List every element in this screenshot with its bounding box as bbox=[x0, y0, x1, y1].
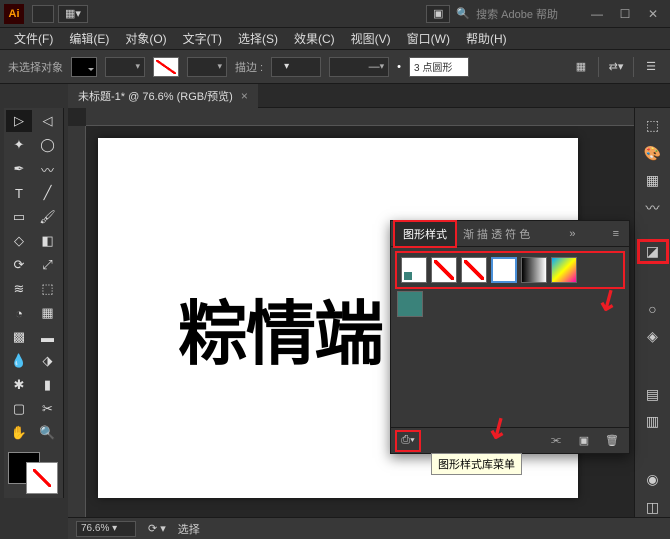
stroke-label: 描边 : bbox=[235, 59, 263, 75]
styles-library-menu-button[interactable]: ⎙▾ bbox=[397, 432, 419, 450]
tool-zoom[interactable]: 🔍 bbox=[35, 422, 61, 444]
dock-color-icon[interactable]: 🎨 bbox=[640, 143, 666, 162]
maximize-button[interactable]: ☐ bbox=[612, 5, 638, 23]
panel-menu-icon[interactable]: ≡ bbox=[607, 228, 625, 240]
tool-lasso[interactable]: ◯ bbox=[35, 134, 61, 156]
tool-line[interactable]: ╱ bbox=[35, 182, 61, 204]
tab-other[interactable]: 渐 描 透 符 色 bbox=[455, 222, 538, 246]
stroke-dd[interactable] bbox=[187, 57, 227, 77]
tool-mesh[interactable]: ▩ bbox=[6, 326, 32, 348]
menu-help[interactable]: 帮助(H) bbox=[458, 30, 515, 47]
dock-transform-icon[interactable]: ▥ bbox=[640, 412, 666, 431]
tab-graphic-styles[interactable]: 图形样式 bbox=[395, 222, 455, 246]
new-style-button[interactable]: ▣ bbox=[573, 432, 595, 450]
tool-rectangle[interactable]: ▭ bbox=[6, 206, 32, 228]
tool-artboard[interactable]: ▢ bbox=[6, 398, 32, 420]
close-button[interactable]: ✕ bbox=[640, 5, 666, 23]
dock-appearance-icon[interactable]: ◉ bbox=[640, 470, 666, 489]
tool-selection[interactable]: ▷ bbox=[6, 110, 32, 132]
tool-free-transform[interactable]: ⬚ bbox=[35, 278, 61, 300]
panel-collapse-icon[interactable]: » bbox=[563, 228, 581, 240]
artwork-text: 粽情端 bbox=[178, 278, 382, 379]
fill-dd[interactable] bbox=[105, 57, 145, 77]
fill-swatch[interactable] bbox=[71, 57, 97, 77]
fill-stroke-swatches[interactable] bbox=[6, 450, 60, 496]
dock-pathfinder-icon[interactable]: ◫ bbox=[640, 498, 666, 517]
menu-effect[interactable]: 效果(C) bbox=[286, 30, 343, 47]
stroke-var-dd[interactable]: — bbox=[329, 57, 389, 77]
style-thumb-none-1[interactable] bbox=[431, 257, 457, 283]
tool-shape-builder[interactable]: ◔ bbox=[6, 302, 32, 324]
style-thumb-selected[interactable] bbox=[491, 257, 517, 283]
title-swatch[interactable] bbox=[32, 5, 54, 23]
style-thumb-gradient[interactable] bbox=[521, 257, 547, 283]
tool-scale[interactable]: ⤢ bbox=[35, 254, 61, 276]
stroke-swatch[interactable] bbox=[153, 57, 179, 77]
search-toggle-icon[interactable]: ▣ bbox=[426, 5, 450, 23]
tool-width[interactable]: ≋ bbox=[6, 278, 32, 300]
style-thumb-teal[interactable] bbox=[397, 291, 423, 317]
dock-layers-icon[interactable]: ◈ bbox=[640, 327, 666, 346]
tool-gradient[interactable]: ▬ bbox=[35, 326, 61, 348]
break-link-button[interactable]: ⫘ bbox=[545, 432, 567, 450]
dock-brushes-icon[interactable]: 〰 bbox=[640, 198, 666, 218]
dock-properties-icon[interactable]: ⬚ bbox=[640, 116, 666, 135]
style-thumb-none-2[interactable] bbox=[461, 257, 487, 283]
tool-eraser[interactable]: ◧ bbox=[35, 230, 61, 252]
dock-align-icon[interactable]: ▤ bbox=[640, 385, 666, 404]
zoom-input[interactable]: 76.6% ▾ bbox=[76, 521, 136, 537]
document-tab[interactable]: 未标题-1* @ 76.6% (RGB/预览) × bbox=[68, 84, 258, 108]
tool-curvature[interactable]: 〰 bbox=[35, 158, 61, 180]
opt-transform-icon[interactable]: ⇄▾ bbox=[605, 57, 627, 77]
ruler-horizontal bbox=[86, 108, 634, 126]
doctab-close-icon[interactable]: × bbox=[241, 89, 248, 103]
dock-stroke-icon[interactable]: ○ bbox=[640, 300, 666, 319]
tool-rotate[interactable]: ⟳ bbox=[6, 254, 32, 276]
tool-pen[interactable]: ✒ bbox=[6, 158, 32, 180]
tool-shaper[interactable]: ◇ bbox=[6, 230, 32, 252]
status-rotate-icon[interactable]: ⟳ ▾ bbox=[148, 522, 166, 535]
graphic-styles-panel: 图形样式 渐 描 透 符 色 » ≡ ⎙▾ ⫘ ▣ 🗑 图形样式库菜单 ↙ ↙ bbox=[390, 220, 630, 454]
tool-paintbrush[interactable]: 🖌 bbox=[35, 206, 61, 228]
doctab-title: 未标题-1* @ 76.6% (RGB/预览) bbox=[78, 88, 233, 104]
menu-select[interactable]: 选择(S) bbox=[230, 30, 286, 47]
stroke-width-input[interactable]: ▾ bbox=[271, 57, 321, 77]
tool-perspective[interactable]: ▦ bbox=[35, 302, 61, 324]
stroke-color-icon[interactable] bbox=[26, 462, 58, 494]
title-layout-dd[interactable]: ▦▾ bbox=[58, 5, 88, 23]
dock-graphic-styles-icon[interactable]: ◪ bbox=[640, 242, 666, 261]
tool-magic-wand[interactable]: ✦ bbox=[6, 134, 32, 156]
opt-align-icon[interactable]: ▦ bbox=[570, 57, 592, 77]
search-input[interactable]: 搜索 Adobe 帮助 bbox=[476, 6, 558, 22]
menu-window[interactable]: 窗口(W) bbox=[399, 30, 458, 47]
tool-blend[interactable]: ⬗ bbox=[35, 350, 61, 372]
menu-object[interactable]: 对象(O) bbox=[117, 30, 174, 47]
menu-view[interactable]: 视图(V) bbox=[343, 30, 399, 47]
tool-symbol-sprayer[interactable]: ✱ bbox=[6, 374, 32, 396]
style-thumb-default[interactable] bbox=[401, 257, 427, 283]
dock-swatches-icon[interactable]: ▦ bbox=[640, 171, 666, 190]
opt-list-icon[interactable]: ☰ bbox=[640, 57, 662, 77]
tooltip: 图形样式库菜单 bbox=[431, 453, 522, 475]
ruler-vertical bbox=[68, 126, 86, 517]
menu-file[interactable]: 文件(F) bbox=[6, 30, 61, 47]
tool-column-graph[interactable]: ▮ bbox=[35, 374, 61, 396]
menu-edit[interactable]: 编辑(E) bbox=[61, 30, 117, 47]
minimize-button[interactable]: — bbox=[584, 5, 610, 23]
style-thumb-multi[interactable] bbox=[551, 257, 577, 283]
delete-style-button[interactable]: 🗑 bbox=[601, 432, 623, 450]
selection-label: 未选择对象 bbox=[8, 59, 63, 75]
app-icon: Ai bbox=[4, 4, 24, 24]
tool-type[interactable]: T bbox=[6, 182, 32, 204]
stroke-profile-dd[interactable]: 3 点圆形 bbox=[409, 57, 469, 77]
tool-eyedropper[interactable]: 💧 bbox=[6, 350, 32, 372]
tool-hand[interactable]: ✋ bbox=[6, 422, 32, 444]
styles-thumbs-row bbox=[397, 253, 623, 287]
tool-slice[interactable]: ✂ bbox=[35, 398, 61, 420]
tool-direct-selection[interactable]: ◁ bbox=[35, 110, 61, 132]
search-mag-icon: 🔍 bbox=[456, 7, 470, 20]
menu-type[interactable]: 文字(T) bbox=[175, 30, 230, 47]
status-tool-label: 选择 bbox=[178, 521, 200, 537]
